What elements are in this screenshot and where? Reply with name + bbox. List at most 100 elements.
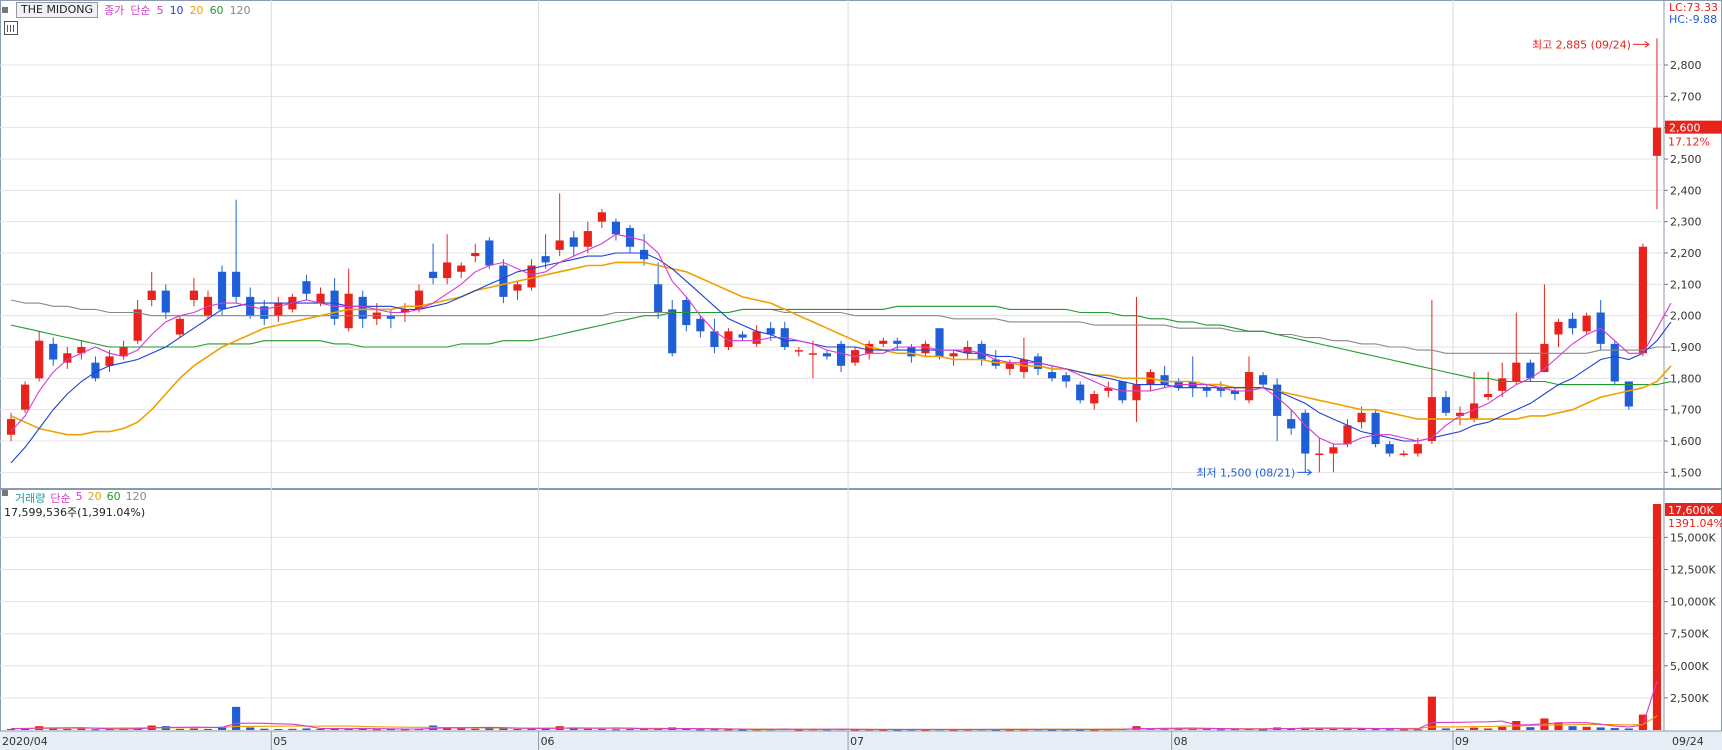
price-tick-label: 1,800	[1670, 372, 1702, 385]
x-tick-label: 07	[850, 735, 864, 748]
price-tick-label: 2,300	[1670, 216, 1702, 229]
candle-body	[1512, 362, 1521, 382]
price-tick-label: 2,700	[1670, 90, 1702, 103]
volume-bar	[1596, 727, 1605, 730]
candle-body	[1638, 246, 1647, 354]
candle-body	[1047, 372, 1057, 379]
volume-bar	[471, 728, 480, 730]
volume-bar	[1610, 728, 1619, 730]
candle-body	[752, 331, 761, 344]
volume-bar	[1399, 729, 1408, 731]
candle-body	[893, 340, 902, 344]
calculator-icon[interactable]	[4, 21, 18, 35]
candle-body	[668, 309, 677, 354]
ma-period-120: 120	[229, 3, 251, 17]
chart-root: 1,500 1,600 1,700 1,800 1,900 2,000 2,100 2,200…	[0, 0, 1722, 750]
candle-body	[1652, 127, 1662, 156]
candle-body	[471, 253, 480, 257]
candle-body	[1498, 378, 1507, 391]
price-tick-label: 2,100	[1670, 278, 1702, 291]
volume-bar	[1216, 729, 1225, 731]
ma-period-10: 10	[169, 3, 184, 17]
volume-bar	[1652, 504, 1662, 730]
candle-body	[949, 353, 958, 357]
ma-period-20: 20	[189, 3, 204, 17]
candle-body	[1090, 394, 1099, 404]
low-annotation: 최저 1,500 (08/21)	[1196, 466, 1295, 479]
price-tick-label: 1,600	[1670, 435, 1702, 448]
price-tick-label: 1,500	[1670, 466, 1702, 479]
volume-bar	[696, 729, 705, 731]
volume-bar	[189, 728, 198, 730]
volume-bar	[611, 729, 621, 731]
candle-body	[541, 256, 550, 263]
volume-bar	[1385, 729, 1394, 731]
volume-bar	[91, 729, 100, 731]
volume-bar	[63, 728, 72, 730]
volume-summary: 17,599,536주(1,391.04%)	[4, 506, 146, 519]
candle-body	[1329, 447, 1338, 454]
last-volume-tag: 17,600K	[1668, 504, 1714, 517]
candle-body	[1540, 343, 1549, 373]
x-tick-label: 09	[1455, 735, 1469, 748]
candle-body	[583, 231, 592, 247]
volume-bar	[316, 728, 325, 730]
candle-body	[569, 237, 578, 247]
x-tick-label: 2020/04	[2, 735, 48, 748]
candle-body	[147, 290, 156, 300]
candle-body	[1076, 384, 1085, 401]
candle-body	[879, 340, 888, 344]
price-tick-label: 1,700	[1670, 404, 1702, 417]
high-annotation: 최고 2,885 (09/24)	[1532, 38, 1631, 51]
candle-body	[977, 343, 986, 360]
candle-body	[260, 306, 269, 319]
candle-body	[485, 240, 494, 266]
high-arrow-icon	[1632, 40, 1650, 48]
x-tick-label: 09/24	[1672, 735, 1704, 748]
volume-bar	[513, 728, 522, 730]
candle-body	[1357, 412, 1366, 423]
candle-body	[822, 353, 832, 357]
volume-tick-label: 2,500K	[1670, 692, 1709, 705]
hc-value: HC:-9.88	[1668, 13, 1718, 26]
candle-body	[1554, 321, 1563, 335]
volume-bar	[625, 729, 635, 731]
candle-body	[274, 303, 283, 316]
candle-body	[499, 265, 508, 297]
candle-body	[1062, 375, 1071, 382]
ma-period-5: 5	[156, 3, 164, 17]
candle-body	[1484, 394, 1493, 398]
candle-body	[189, 290, 198, 300]
ma-period-60: 60	[209, 3, 224, 17]
price-tick-label: 2,000	[1670, 310, 1702, 323]
candle-body	[1441, 397, 1451, 413]
candle-body	[133, 309, 142, 341]
price-tick-label: 2,800	[1670, 59, 1702, 72]
candle-body	[1568, 318, 1577, 329]
volume-tick-label: 7,500K	[1670, 628, 1709, 641]
volume-bar	[457, 728, 466, 730]
volume-tick-label: 12,500K	[1670, 563, 1716, 576]
candle-body	[1399, 453, 1408, 456]
candle-body	[738, 334, 747, 338]
volume-panel-square-icon[interactable]	[2, 490, 8, 496]
volume-tick-label: 10,000K	[1670, 596, 1716, 609]
candle-body	[105, 356, 114, 366]
candle-body	[1582, 315, 1591, 332]
candle-body	[611, 221, 621, 235]
volume-bar	[1624, 728, 1633, 730]
volume-tick-label: 5,000K	[1670, 660, 1709, 673]
candle-body	[1413, 444, 1422, 454]
stock-name[interactable]: THE MIDONG	[16, 2, 99, 18]
candle-body	[1301, 412, 1310, 454]
candle-body	[1610, 343, 1619, 382]
ma-type-label: 단순	[130, 4, 151, 17]
candle-body	[175, 318, 184, 335]
candle-body	[555, 240, 564, 250]
panel-square-icon[interactable]	[2, 7, 8, 13]
volume-bar	[203, 728, 213, 730]
volume-bar	[246, 727, 255, 730]
ma5-line	[10, 233, 1672, 445]
volume-bar	[499, 728, 508, 730]
volume-bar	[583, 728, 592, 730]
